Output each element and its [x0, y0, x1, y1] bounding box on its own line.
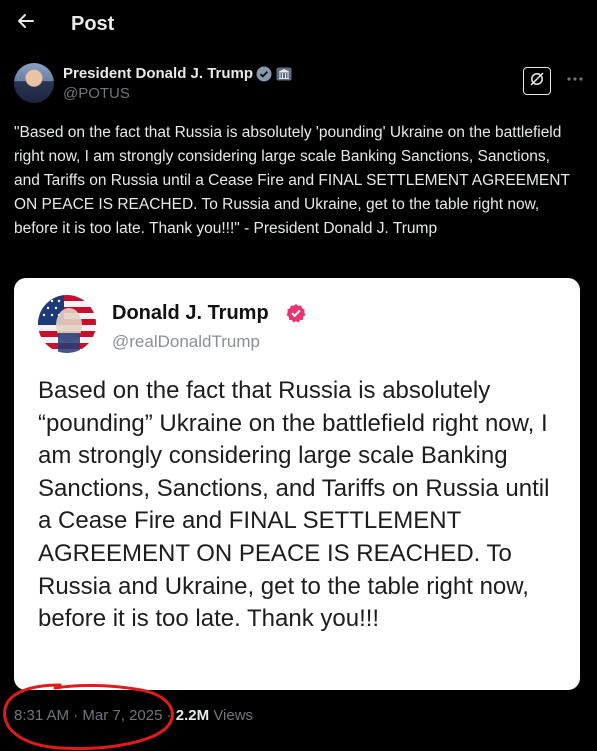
back-button[interactable] [14, 12, 38, 36]
author-handle[interactable]: @POTUS [63, 85, 130, 102]
post-date[interactable]: Mar 7, 2025 [82, 707, 162, 724]
embedded-post-text: Based on the fact that Russia is absolut… [38, 377, 550, 633]
more-icon [567, 65, 583, 85]
embedded-author-handle: @realDonaldTrump [112, 332, 260, 351]
embedded-author-name: Donald J. Trump [112, 302, 269, 324]
arrow-left-icon [16, 11, 36, 37]
post-time[interactable]: 8:31 AM [14, 707, 69, 724]
views-label: Views [213, 707, 254, 724]
author-name[interactable]: President Donald J. Trump [63, 65, 253, 82]
grok-icon [529, 71, 545, 92]
post-author-row: President Donald J. Trump @POTUS [14, 63, 584, 107]
post-metadata: 8:31 AM · Mar 7, 2025 · 2.2M Views [14, 707, 253, 724]
embedded-post-card[interactable]: Donald J. Trump @realDonaldTrump Based o… [14, 278, 580, 690]
verified-badge-icon [256, 66, 272, 82]
views-count: 2.2M [175, 707, 210, 724]
page-title: Post [71, 13, 115, 35]
government-badge-icon [276, 67, 292, 81]
separator: · [166, 707, 172, 724]
separator: · [73, 707, 79, 724]
post-text: "Based on the fact that Russia is absolu… [14, 124, 570, 237]
more-options-button[interactable] [563, 67, 587, 89]
post-header: Post [0, 0, 597, 52]
avatar[interactable] [14, 63, 54, 103]
grok-button[interactable] [523, 67, 551, 95]
embedded-avatar [38, 295, 96, 353]
verified-badge-icon [286, 303, 306, 323]
